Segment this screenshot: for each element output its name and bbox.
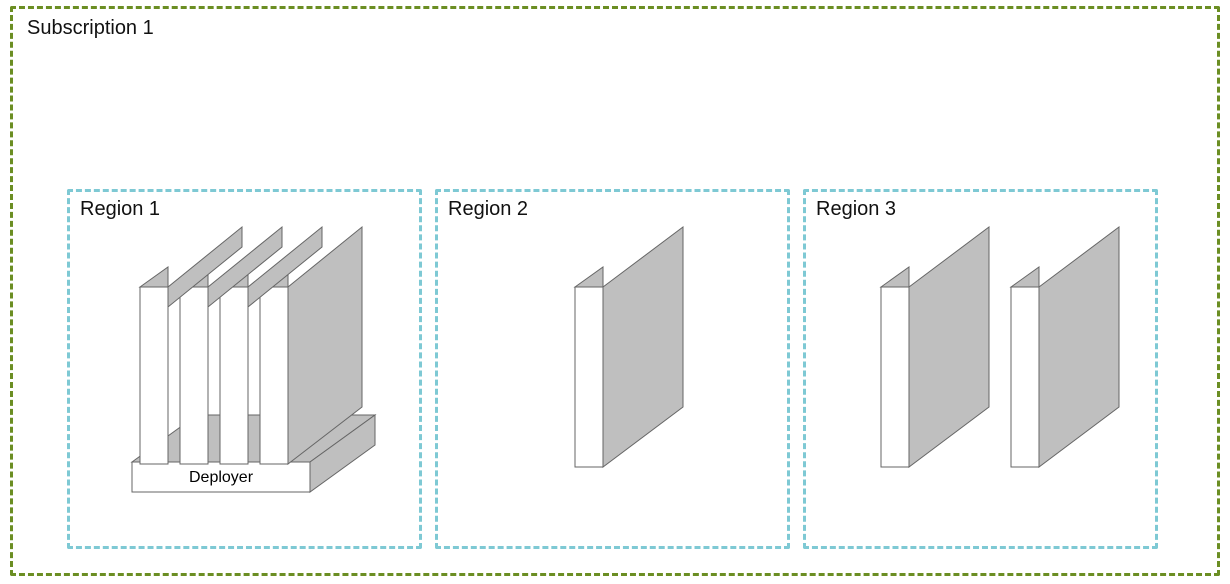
region-1: Region 1 Deployer SAP workload 1 <box>67 189 422 549</box>
subscription-container: Subscription 1 Region 1 Deployer SAP <box>10 6 1220 576</box>
deployer-label: Deployer <box>189 469 254 486</box>
region-1-diagram: Deployer SAP workload 1 SAP workload 2 <box>70 192 425 552</box>
region-3-diagram: SAP library SAP workload 5 <box>806 192 1161 552</box>
region-2-diagram: SAP workload 4 <box>438 192 793 552</box>
region-2: Region 2 SAP workload 4 <box>435 189 790 549</box>
region-3: Region 3 SAP library SAP workload 5 <box>803 189 1158 549</box>
subscription-title: Subscription 1 <box>27 17 154 40</box>
